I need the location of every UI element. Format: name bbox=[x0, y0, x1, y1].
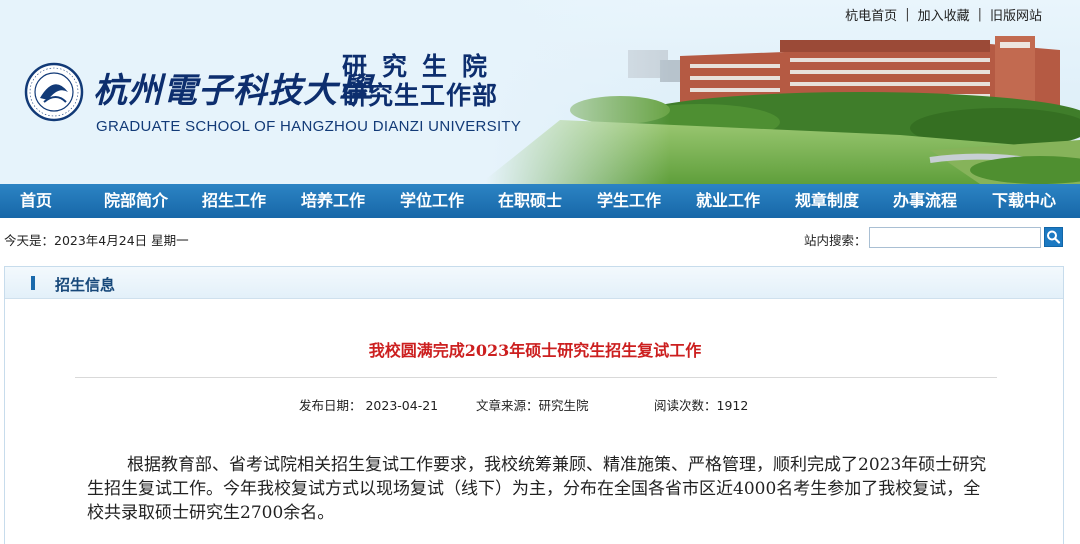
nav-degree[interactable]: 学位工作 bbox=[400, 184, 464, 218]
school-name-line1: 研究生院 bbox=[342, 52, 503, 81]
panel-header: 招生信息 bbox=[5, 267, 1063, 299]
nav-about[interactable]: 院部简介 bbox=[104, 184, 168, 218]
nav-parttime-master[interactable]: 在职硕士 bbox=[498, 184, 562, 218]
publish-date: 发布日期： 2023-04-21 bbox=[299, 398, 439, 413]
search-icon bbox=[1047, 230, 1061, 244]
nav-home[interactable]: 首页 bbox=[20, 184, 52, 218]
divider: | bbox=[905, 7, 910, 22]
search-button[interactable] bbox=[1044, 227, 1063, 247]
search-input[interactable] bbox=[869, 227, 1041, 248]
current-date: 今天是：2023年4月24日 星期一 bbox=[4, 233, 189, 248]
search-label: 站内搜索： bbox=[804, 233, 867, 248]
link-old-site[interactable]: 旧版网站 bbox=[990, 5, 1042, 24]
nav-training[interactable]: 培养工作 bbox=[301, 184, 365, 218]
nav-procedures[interactable]: 办事流程 bbox=[893, 184, 957, 218]
nav-admissions[interactable]: 招生工作 bbox=[202, 184, 266, 218]
top-links: 杭电首页 | 加入收藏 | 旧版网站 bbox=[845, 5, 1042, 24]
section-marker bbox=[31, 276, 35, 290]
school-name-cn: 研究生院 研究生工作部 bbox=[342, 52, 502, 110]
content-panel: 招生信息 我校圆满完成2023年硕士研究生招生复试工作 发布日期： 2023-0… bbox=[4, 266, 1064, 544]
link-add-favorite[interactable]: 加入收藏 bbox=[918, 5, 970, 24]
section-title: 招生信息 bbox=[55, 276, 116, 294]
divider: | bbox=[977, 7, 982, 22]
link-hdu-home[interactable]: 杭电首页 bbox=[845, 5, 897, 24]
school-name-en: GRADUATE SCHOOL OF HANGZHOU DIANZI UNIVE… bbox=[96, 118, 522, 135]
nav-student-affairs[interactable]: 学生工作 bbox=[597, 184, 661, 218]
article-body: 根据教育部、省考试院相关招生复试工作要求，我校统筹兼顾、精准施策、严格管理，顺利… bbox=[87, 455, 987, 523]
nav-regulations[interactable]: 规章制度 bbox=[795, 184, 859, 218]
main-nav: 首页 院部简介 招生工作 培养工作 学位工作 在职硕士 学生工作 就业工作 规章… bbox=[0, 184, 1080, 218]
info-bar: 今天是：2023年4月24日 星期一 站内搜索： bbox=[0, 226, 1080, 250]
title-divider bbox=[75, 377, 997, 378]
article-title: 我校圆满完成2023年硕士研究生招生复试工作 bbox=[368, 341, 702, 360]
school-name-line2: 研究生工作部 bbox=[342, 81, 499, 110]
nav-downloads[interactable]: 下载中心 bbox=[992, 184, 1056, 218]
university-seal-icon bbox=[24, 62, 84, 122]
read-count: 阅读次数：1912 bbox=[654, 398, 749, 413]
university-name-cn: 杭州電子科技大學 bbox=[93, 71, 373, 111]
header-banner: 杭电首页 | 加入收藏 | 旧版网站 杭州電子科技大學 研究生院 研究生工作部 … bbox=[0, 0, 1080, 184]
article-source: 文章来源：研究生院 bbox=[476, 398, 589, 413]
nav-employment[interactable]: 就业工作 bbox=[696, 184, 760, 218]
